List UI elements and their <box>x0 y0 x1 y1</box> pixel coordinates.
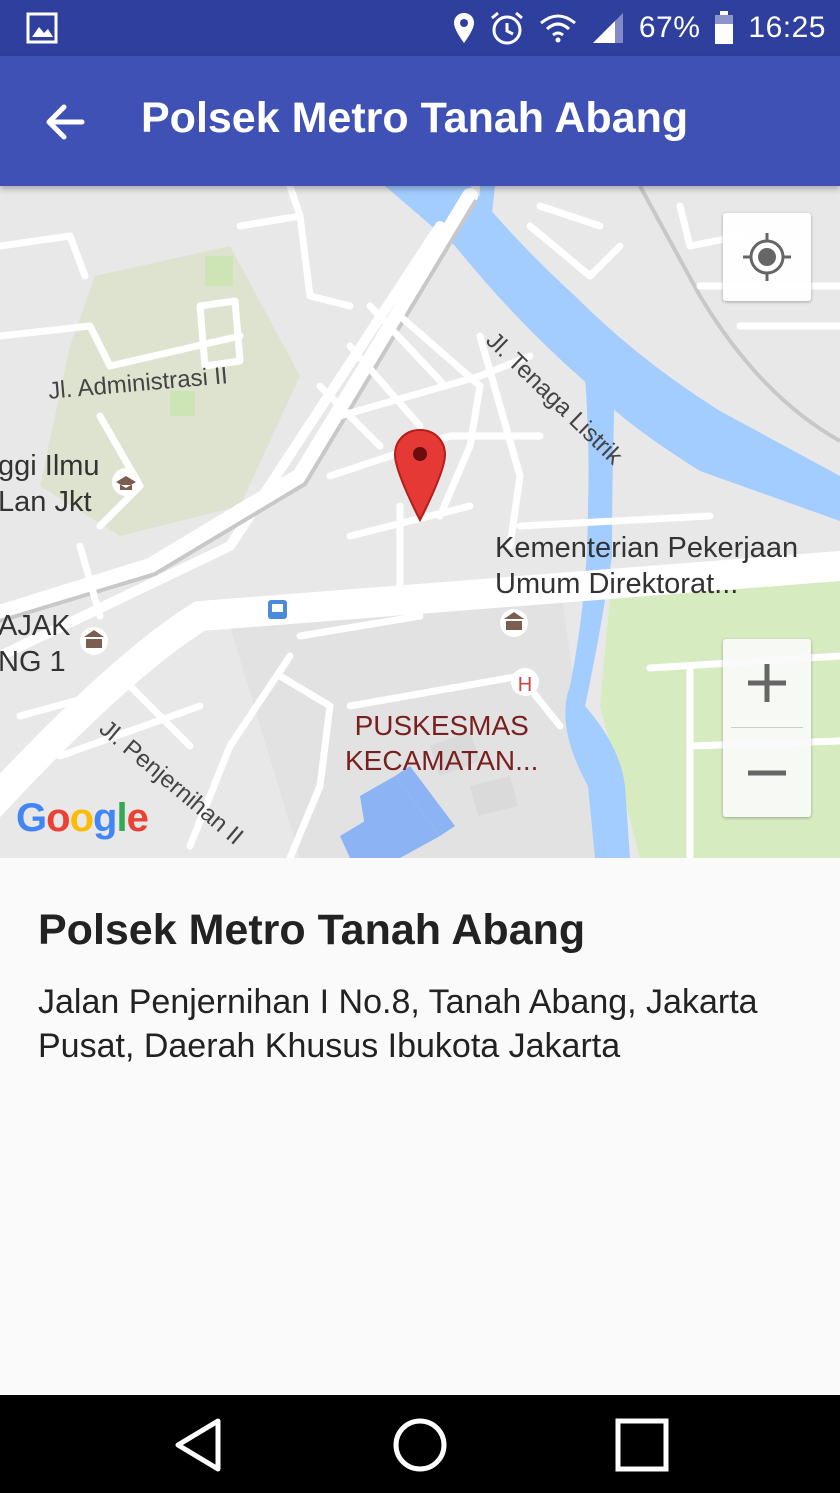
place-address: Jalan Penjernihan I No.8, Tanah Abang, J… <box>38 983 758 1065</box>
place-label-tinggi: ggi Ilmu Lan Jkt <box>0 450 100 519</box>
crosshair-icon <box>743 233 791 281</box>
clock: 16:25 <box>748 11 826 44</box>
google-logo: Google <box>16 796 149 840</box>
place-label-kementerian: Kementerian Pekerjaan Umum Direktorat... <box>495 532 799 601</box>
plus-icon <box>748 664 786 702</box>
place-label-puskesmas: PUSKESMAS KECAMATAN... <box>345 710 539 776</box>
place-name: Polsek Metro Tanah Abang <box>38 906 586 954</box>
place-info-panel: Polsek Metro Tanah Abang Jalan Penjernih… <box>0 858 840 1395</box>
map-view[interactable]: H Jl. Administrasi II Jl. Tenaga Listrik… <box>0 186 840 858</box>
zoom-divider <box>731 727 803 728</box>
page-title: Polsek Metro Tanah Abang <box>141 94 689 142</box>
back-triangle-icon[interactable] <box>168 1413 232 1477</box>
gallery-icon <box>26 12 58 44</box>
place-label-pajak: AJAK NG 1 <box>0 610 71 679</box>
status-icons: 67% 16:25 <box>453 0 826 56</box>
location-icon <box>453 13 474 43</box>
my-location-button[interactable] <box>723 213 811 301</box>
wifi-icon <box>539 14 576 43</box>
battery-icon <box>715 11 734 44</box>
minus-icon <box>748 770 786 776</box>
svg-text:H: H <box>518 674 532 696</box>
recents-square-icon[interactable] <box>610 1413 674 1477</box>
location-marker-icon[interactable] <box>393 428 447 522</box>
battery-percent: 67% <box>638 11 701 44</box>
zoom-out-button[interactable] <box>723 729 811 817</box>
signal-icon <box>592 13 623 43</box>
home-circle-icon[interactable] <box>388 1413 452 1477</box>
alarm-icon <box>490 11 523 45</box>
app-bar: Polsek Metro Tanah Abang <box>0 56 840 186</box>
zoom-in-button[interactable] <box>723 639 811 727</box>
zoom-controls <box>723 639 811 817</box>
arrow-left-icon[interactable] <box>36 92 96 152</box>
system-nav-bar <box>0 1395 840 1493</box>
status-bar: 67% 16:25 <box>0 0 840 56</box>
